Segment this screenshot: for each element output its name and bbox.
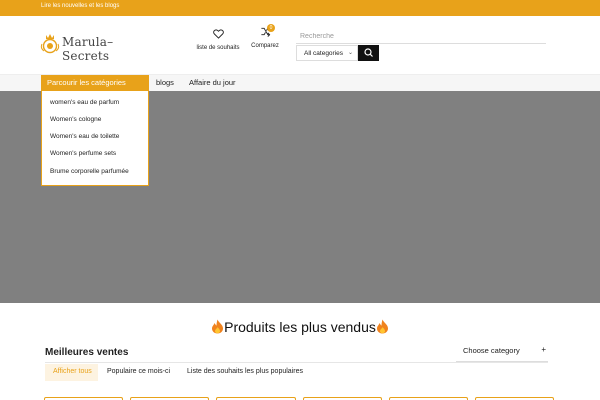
main-nav: Parcourir les catégories blogs Affaire d… (0, 74, 600, 92)
search-button[interactable] (358, 45, 379, 61)
logo-icon (40, 34, 60, 54)
divider (45, 362, 548, 363)
browse-categories-button[interactable]: Parcourir les catégories (41, 75, 149, 92)
category-select-value: All categories (304, 50, 344, 57)
nav-item-deal-of-the-day[interactable]: Affaire du jour (189, 78, 236, 87)
best-sellers-title: Meilleures ventes (45, 347, 129, 358)
search-field (296, 28, 546, 44)
compare-count-badge: 0 (267, 24, 275, 32)
plus-icon: + (541, 345, 546, 354)
logo-text: Marula–Secrets (62, 35, 114, 63)
category-item[interactable]: Brume corporelle parfumée (50, 168, 129, 175)
choose-category-label: Choose category (463, 346, 520, 355)
flame-icon (212, 319, 224, 334)
tab-show-all[interactable]: Afficher tous (53, 368, 92, 375)
compare-link[interactable]: 0 Comparez (246, 24, 284, 49)
category-item[interactable]: Women's cologne (50, 116, 101, 123)
category-item[interactable]: Women's perfume sets (50, 150, 116, 157)
choose-category-select[interactable]: Choose category + (456, 342, 548, 362)
section-title-text: Produits les plus vendus (224, 319, 376, 335)
compare-label: Comparez (251, 43, 279, 49)
tab-popular-this-month[interactable]: Populaire ce mois-ci (107, 368, 170, 375)
category-item[interactable]: Women's eau de toilette (50, 133, 119, 140)
top-bar: Lire les nouvelles et les blogs (0, 0, 600, 16)
wishlist-label: liste de souhaits (196, 45, 240, 51)
site-header: Marula–Secrets liste de souhaits 0 Compa… (0, 16, 600, 74)
nav-item-blogs[interactable]: blogs (156, 78, 174, 87)
search-input[interactable] (300, 30, 540, 42)
best-sellers-tabs: Afficher tous Populaire ce mois-ci Liste… (45, 364, 548, 381)
site-logo[interactable]: Marula–Secrets (40, 32, 152, 63)
search-icon (364, 48, 373, 57)
flame-icon (376, 319, 388, 334)
best-selling-products-heading: Produits les plus vendus (0, 319, 600, 335)
category-select[interactable]: All categories ⌄ (296, 45, 358, 61)
tab-most-wishlisted[interactable]: Liste des souhaits les plus populaires (187, 368, 303, 375)
categories-dropdown: women's eau de parfum Women's cologne Wo… (41, 91, 149, 186)
chevron-down-icon: ⌄ (347, 50, 353, 56)
news-blogs-link[interactable]: Lire les nouvelles et les blogs (41, 3, 119, 9)
heart-icon (212, 29, 224, 39)
category-item[interactable]: women's eau de parfum (50, 99, 119, 106)
wishlist-link[interactable]: liste de souhaits (193, 26, 243, 51)
